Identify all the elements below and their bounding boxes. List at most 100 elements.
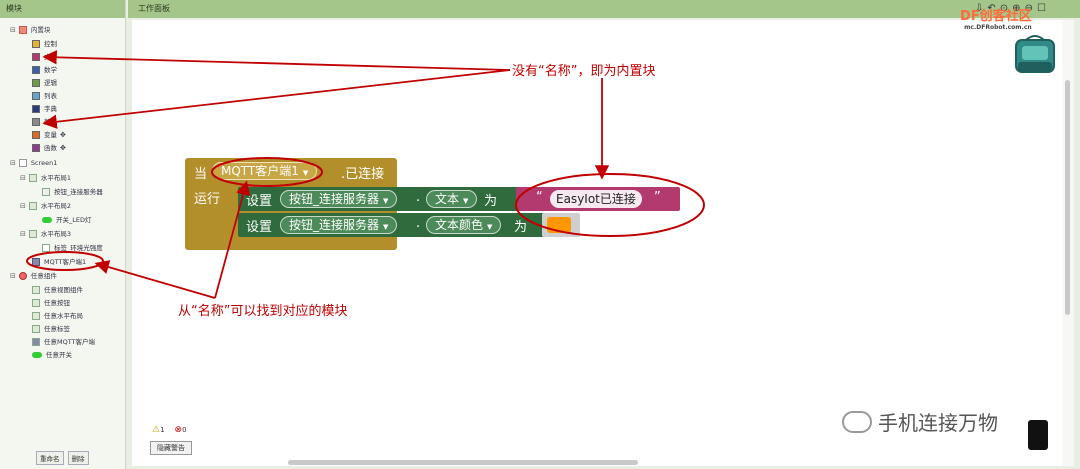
- collapse-icon[interactable]: ⊟: [20, 200, 26, 212]
- to-label: 为: [484, 194, 498, 209]
- builtin-control[interactable]: 控制: [32, 38, 57, 50]
- any-item[interactable]: 任意视图组件: [32, 284, 83, 296]
- quote-open: “: [536, 190, 543, 205]
- backpack-icon[interactable]: [1010, 32, 1060, 76]
- hide-warnings-button[interactable]: 隐藏警告: [150, 441, 192, 455]
- screen-icon: [18, 159, 27, 167]
- dot-label: .: [416, 216, 421, 231]
- error-icon: ⊗: [174, 425, 183, 435]
- set-text-color-block[interactable]: 设置 按钮_连接服务器 ▼ . 文本颜色 ▼ 为: [238, 213, 544, 237]
- text-string-block[interactable]: “ EasyIot已连接 ”: [516, 187, 680, 211]
- builtin-variable[interactable]: 变量 ✥: [32, 129, 66, 141]
- color-swatch-icon: [32, 66, 40, 74]
- orange-color-swatch[interactable]: [547, 217, 571, 233]
- builtin-text[interactable]: 文本: [32, 51, 57, 63]
- color-swatch-icon: [32, 53, 40, 61]
- event-do-label: 运行: [194, 192, 221, 207]
- builtin-math[interactable]: 数学: [32, 64, 57, 76]
- blocks-panel-title: 模块: [0, 0, 125, 18]
- chevron-down-icon: ▼: [302, 169, 309, 177]
- rename-button[interactable]: 重命名: [36, 451, 64, 465]
- any-item-label: 任意标签: [44, 325, 70, 333]
- any-item-label: 任意水平布局: [44, 312, 83, 320]
- component-icon: [32, 338, 40, 346]
- any-item-label: 任意MQTT客户端: [44, 338, 96, 346]
- event-component-value: MQTT客户端1: [221, 164, 299, 178]
- tree-hlayout2[interactable]: ⊟ 水平布局2: [20, 200, 71, 212]
- builtin-logic[interactable]: 逻辑: [32, 77, 57, 89]
- builtin-item-label: 数学: [44, 66, 57, 74]
- color-swatch-icon: [32, 92, 40, 100]
- component-value: 按钮_连接服务器: [289, 192, 380, 206]
- tree-any-label: 任意组件: [30, 272, 57, 280]
- any-item[interactable]: 任意开关: [32, 349, 72, 361]
- color-swatch-icon: [32, 131, 40, 139]
- text-value-field[interactable]: EasyIot已连接: [550, 190, 642, 208]
- tree-screen[interactable]: ⊟ Screen1: [10, 157, 57, 169]
- component-icon: [32, 286, 40, 294]
- tree-mqtt-client[interactable]: MQTT客户端1: [32, 256, 86, 268]
- property-dropdown[interactable]: 文本颜色 ▼: [426, 216, 502, 234]
- any-item[interactable]: 任意标签: [32, 323, 70, 335]
- color-swatch-icon: [32, 40, 40, 48]
- collapse-icon[interactable]: ⊟: [20, 228, 26, 240]
- quote-close: ”: [654, 190, 661, 205]
- property-value: 文本颜色: [435, 218, 484, 232]
- color-swatch-icon: [32, 105, 40, 113]
- builtin-dict[interactable]: 字典: [32, 103, 57, 115]
- tree-item-label: MQTT客户端1: [44, 258, 87, 266]
- gear-icon: ✥: [60, 131, 66, 139]
- component-value: 按钮_连接服务器: [289, 218, 380, 232]
- color-block[interactable]: [542, 213, 580, 237]
- horizontal-scrollbar[interactable]: [288, 460, 638, 465]
- chevron-down-icon: ▼: [383, 197, 389, 205]
- tree-item-label: 开关_LED灯: [56, 216, 92, 224]
- tree-hlayout3[interactable]: ⊟ 水平布局3: [20, 228, 71, 240]
- tree-label-light[interactable]: 标签_环境光强度: [42, 242, 103, 254]
- scroll-thumb[interactable]: [1065, 80, 1070, 315]
- chevron-down-icon: ▼: [487, 223, 493, 231]
- collapse-icon[interactable]: ⊟: [20, 172, 26, 184]
- phone-icon: [1028, 420, 1048, 450]
- builtin-color[interactable]: 颜色: [32, 116, 57, 128]
- any-item[interactable]: 任意MQTT客户端: [32, 336, 95, 348]
- warnings-indicator: ⚠1 ⊗0: [152, 425, 187, 435]
- builtin-item-label: 变量: [44, 131, 57, 139]
- property-dropdown[interactable]: 文本 ▼: [426, 190, 478, 208]
- button-icon: [42, 188, 50, 196]
- builtin-item-label: 逻辑: [44, 79, 57, 87]
- chevron-down-icon: ▼: [383, 223, 389, 231]
- event-component-dropdown[interactable]: MQTT客户端1 ▼: [212, 162, 318, 180]
- component-icon: [32, 325, 40, 333]
- tree-any-component[interactable]: ⊟ 任意组件: [10, 270, 57, 282]
- tree-item-label: 水平布局2: [40, 202, 72, 210]
- tree-hlayout1[interactable]: ⊟ 水平布局1: [20, 172, 71, 184]
- tree-builtin-label: 内置块: [30, 26, 51, 34]
- tree-item-label: 水平布局1: [40, 174, 72, 182]
- any-item[interactable]: 任意水平布局: [32, 310, 83, 322]
- any-component-icon: [18, 272, 27, 280]
- builtin-list[interactable]: 列表: [32, 90, 57, 102]
- collapse-icon[interactable]: ⊟: [10, 24, 16, 36]
- vertical-scrollbar[interactable]: [1062, 20, 1074, 466]
- tree-item-label: 标签_环境光强度: [54, 244, 103, 252]
- color-swatch-icon: [32, 144, 40, 152]
- switch-icon: [32, 352, 42, 358]
- tree-switch-led[interactable]: 开关_LED灯: [42, 214, 91, 226]
- color-swatch-icon: [32, 79, 40, 87]
- collapse-icon[interactable]: ⊟: [10, 270, 16, 282]
- layout-icon: [28, 174, 37, 182]
- tree-button-connect[interactable]: 按钮_连接服务器: [42, 186, 103, 198]
- delete-icon[interactable]: ☐: [1037, 3, 1046, 14]
- builtin-procedure[interactable]: 函数 ✥: [32, 142, 66, 154]
- any-item[interactable]: 任意按钮: [32, 297, 70, 309]
- set-text-block[interactable]: 设置 按钮_连接服务器 ▼ . 文本 ▼ 为: [238, 187, 520, 211]
- tree-builtin[interactable]: ⊟ 内置块: [10, 24, 50, 36]
- component-dropdown[interactable]: 按钮_连接服务器 ▼: [280, 216, 398, 234]
- event-when-label: 当: [194, 167, 208, 182]
- warning-count-value: 1: [160, 426, 165, 434]
- collapse-icon[interactable]: ⊟: [10, 157, 16, 169]
- error-count-value: 0: [182, 426, 187, 434]
- component-dropdown[interactable]: 按钮_连接服务器 ▼: [280, 190, 398, 208]
- delete-button[interactable]: 删除: [67, 451, 89, 465]
